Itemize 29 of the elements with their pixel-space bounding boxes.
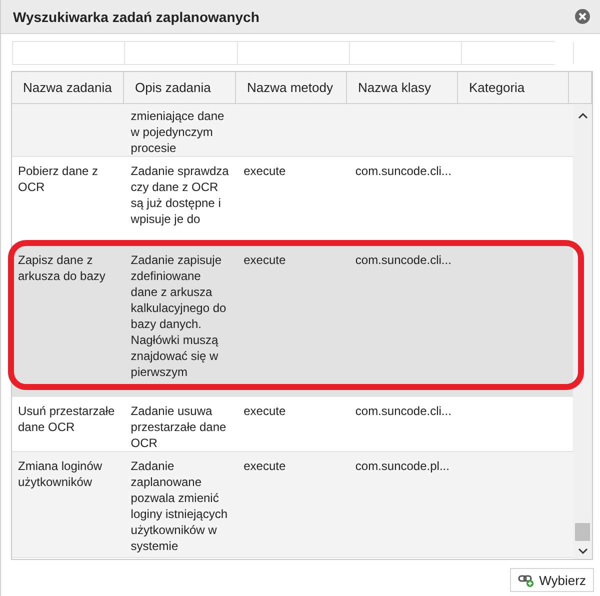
table-cell-text: Zapisz dane z arkusza do bazy [17, 252, 106, 285]
table-cell-text: execute [242, 458, 287, 475]
scroll-up-icon[interactable] [578, 112, 588, 120]
column-header[interactable]: Nazwa metody [236, 72, 347, 103]
table-cell-text: Zadanie usuwa przestarzałe dane OCR [130, 403, 228, 451]
table-cell-text: Zmiana loginów użytkowników [17, 458, 104, 491]
table-cell-text: com.suncode.pl... [354, 458, 450, 475]
table-cell-text: com.suncode.cli... [354, 252, 452, 269]
table-cell-text: com.suncode.cli... [354, 403, 452, 420]
table-cell-text: execute [242, 403, 287, 420]
table-cell-text: execute [242, 163, 287, 180]
column-header[interactable]: Opis zadania [124, 72, 236, 103]
table-cell-text: execute [242, 252, 287, 269]
table-cell-text: zmieniające dane w pojedynczym procesie [130, 108, 226, 156]
dialog-title: Wyszukiwarka zadań zaplanowanych [13, 8, 260, 24]
table-cell-text: Zadanie zaplanowane pozwala zmienić loginy istniejących użytkowników w systemie [130, 458, 229, 555]
column-header[interactable]: Kategoria [458, 72, 569, 103]
scroll-down-icon[interactable] [578, 547, 588, 555]
column-header[interactable]: Nazwa zadania [12, 72, 124, 103]
column-header[interactable]: Nazwa klasy [347, 72, 458, 103]
link-icon [518, 573, 534, 587]
table-cell-text: Usuń przestarzałe dane OCR [17, 403, 116, 436]
table-cell-text: Zadanie zapisuje zdefiniowane dane z arkusza kalkulacyjnego do bazy danych. Nagłówki muszą znajdować się w pierwszym [130, 252, 228, 381]
table-cell-text: Pobierz dane z OCR [17, 163, 100, 196]
close-icon[interactable] [575, 9, 590, 24]
scroll-thumb[interactable] [575, 523, 590, 541]
table-cell-text: Zadanie sprawdza czy dane z OCR są już dostępne i wpisuje je do [130, 163, 230, 228]
table-cell-text: com.suncode.cli... [354, 163, 452, 180]
select-button[interactable]: Wybierz [510, 568, 594, 592]
